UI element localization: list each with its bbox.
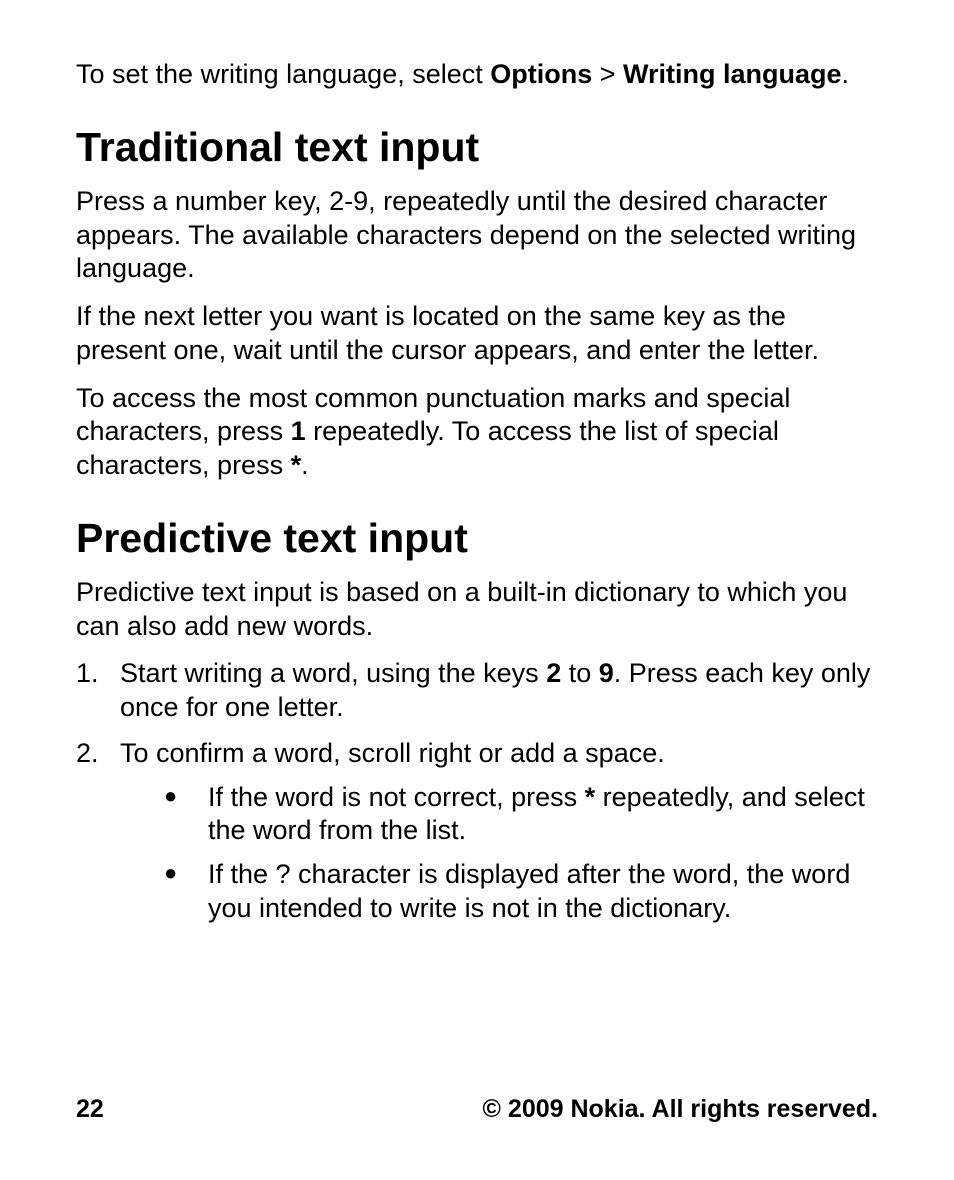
heading-traditional-text-input: Traditional text input [76, 124, 878, 171]
period: . [842, 59, 850, 89]
key-2: 2 [546, 658, 561, 688]
section1-para1: Press a number key, 2-9, repeatedly unti… [76, 185, 878, 286]
list-item-2: 2. To confirm a word, scroll right or ad… [76, 737, 878, 926]
section2-para1: Predictive text input is based on a buil… [76, 576, 878, 644]
text: To confirm a word, scroll right or add a… [120, 738, 665, 768]
copyright-text: © 2009 Nokia. All rights reserved. [483, 1095, 878, 1124]
key-star: * [291, 450, 302, 480]
bullet-icon: ● [164, 781, 208, 849]
bullet-content: If the word is not correct, press * repe… [208, 781, 878, 849]
bullet-item-2: ● If the ? character is displayed after … [120, 858, 878, 926]
intro-text: To set the writing language, select [76, 59, 490, 89]
text: to [561, 658, 599, 688]
bullet-item-1: ● If the word is not correct, press * re… [120, 781, 878, 849]
writing-language-label: Writing language [623, 59, 842, 89]
list-number: 2. [76, 737, 120, 926]
bullet-icon: ● [164, 858, 208, 926]
key-9: 9 [599, 658, 614, 688]
section1-para2: If the next letter you want is located o… [76, 300, 878, 368]
list-content: Start writing a word, using the keys 2 t… [120, 657, 878, 725]
list-number: 1. [76, 657, 120, 725]
page-number: 22 [76, 1095, 104, 1124]
options-label: Options [490, 59, 592, 89]
breadcrumb-separator: > [592, 59, 623, 89]
key-1: 1 [291, 416, 306, 446]
text: Start writing a word, using the keys [120, 658, 546, 688]
text: If the word is not correct, press [208, 782, 585, 812]
bullet-content: If the ? character is displayed after th… [208, 858, 878, 926]
intro-paragraph: To set the writing language, select Opti… [76, 58, 878, 92]
heading-predictive-text-input: Predictive text input [76, 515, 878, 562]
period: . [301, 450, 309, 480]
list-item-1: 1. Start writing a word, using the keys … [76, 657, 878, 725]
page-footer: 22 © 2009 Nokia. All rights reserved. [76, 1095, 878, 1124]
key-star: * [585, 782, 596, 812]
list-content: To confirm a word, scroll right or add a… [120, 737, 878, 926]
section1-para3: To access the most common punctuation ma… [76, 382, 878, 483]
